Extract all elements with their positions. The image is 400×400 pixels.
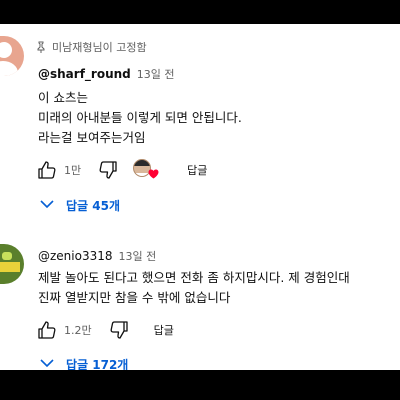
- pin-icon: [36, 41, 46, 53]
- comment-line: 미래의 아내분들 이렇게 되면 안됩니다.: [38, 110, 242, 125]
- like-icon[interactable]: [36, 159, 58, 181]
- comment-text: 이 쇼츠는 미래의 아내분들 이렇게 되면 안됩니다. 라는걸 보여주는거임: [38, 88, 394, 148]
- avatar[interactable]: [0, 36, 24, 76]
- replies-count-label: 답글 172개: [66, 357, 129, 371]
- avatar[interactable]: [0, 244, 24, 284]
- comment-header: @zenio3318 13일 전: [38, 248, 156, 264]
- reply-button[interactable]: 답글: [154, 322, 174, 338]
- comment-header: @sharf_round 13일 전: [38, 66, 175, 82]
- comment-line: 제발 놀아도 된다고 했으면 전화 좀 하지맙시다. 제 경험인대: [38, 270, 350, 285]
- view-replies-button[interactable]: 답글 45개: [40, 195, 120, 215]
- dislike-icon[interactable]: [108, 319, 130, 341]
- dislike-icon[interactable]: [97, 159, 119, 181]
- pinned-label: 미남재형님이 고정함: [52, 41, 147, 54]
- comment-line: 이 쇼츠는: [38, 90, 88, 105]
- comment-actions: 1만 답글: [36, 158, 207, 182]
- comment-actions: 1.2만 답글: [36, 318, 174, 342]
- like-count: 1.2만: [64, 324, 92, 337]
- comment-text: 제발 놀아도 된다고 했으면 전화 좀 하지맙시다. 제 경험인대 진짜 열받지…: [38, 268, 394, 308]
- comment-time[interactable]: 13일 전: [137, 66, 175, 82]
- reply-button[interactable]: 답글: [187, 162, 207, 178]
- comment-time[interactable]: 13일 전: [119, 248, 157, 264]
- screen: 미남재형님이 고정함 @sharf_round 13일 전 이 쇼츠는 미래의 …: [0, 0, 400, 400]
- avatar-head: [0, 42, 12, 58]
- chevron-down-icon: [40, 198, 54, 212]
- avatar-shoulders: [0, 61, 18, 76]
- view-replies-button[interactable]: 답글 172개: [40, 354, 128, 370]
- chevron-down-icon: [40, 357, 54, 370]
- author-handle[interactable]: @zenio3318: [38, 249, 113, 263]
- creator-heart-icon: [133, 159, 159, 181]
- comment-line: 진짜 열받지만 참을 수 밖에 없습니다: [38, 290, 231, 305]
- like-count: 1만: [64, 164, 82, 177]
- comment-line: 라는걸 보여주는거임: [38, 130, 146, 145]
- pinned-indicator: 미남재형님이 고정함: [36, 39, 147, 55]
- author-handle[interactable]: @sharf_round: [38, 67, 131, 81]
- comments-panel: 미남재형님이 고정함 @sharf_round 13일 전 이 쇼츠는 미래의 …: [0, 24, 400, 370]
- replies-count-label: 답글 45개: [66, 198, 120, 213]
- like-icon[interactable]: [36, 319, 58, 341]
- heart-icon: [148, 164, 159, 183]
